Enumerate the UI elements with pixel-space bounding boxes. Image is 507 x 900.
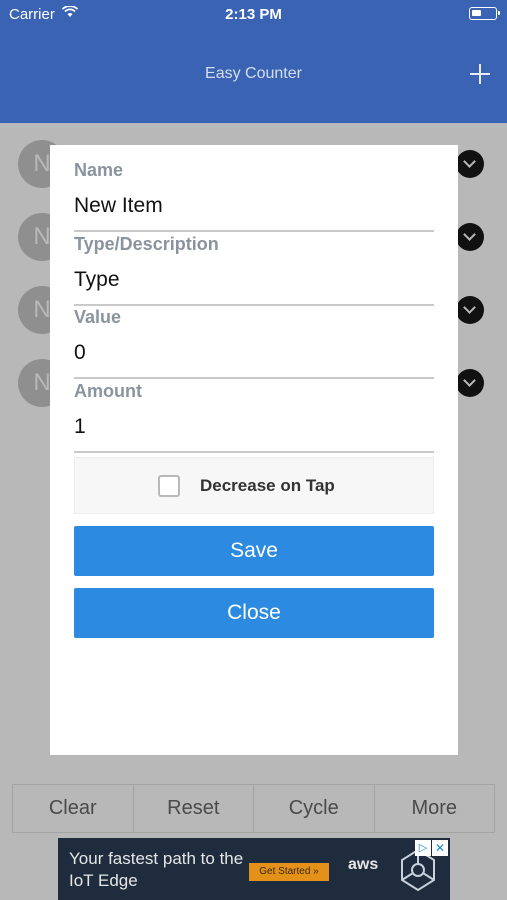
decrease-on-tap-checkbox[interactable] bbox=[158, 475, 180, 497]
divider bbox=[74, 377, 434, 379]
amount-label: Amount bbox=[74, 381, 142, 401]
value-input[interactable] bbox=[74, 341, 434, 365]
more-button[interactable]: More bbox=[373, 784, 495, 833]
divider bbox=[74, 451, 434, 453]
divider bbox=[74, 304, 434, 306]
name-input[interactable] bbox=[74, 194, 434, 218]
ad-close-icon[interactable]: ✕ bbox=[432, 840, 448, 856]
decrease-on-tap-row[interactable]: Decrease on Tap bbox=[74, 457, 434, 514]
ad-cta-button[interactable]: Get Started » bbox=[249, 863, 329, 881]
close-button[interactable]: Close bbox=[74, 588, 434, 638]
status-bar: Carrier 2:13 PM bbox=[0, 0, 507, 28]
plus-icon[interactable] bbox=[470, 64, 490, 84]
chevron-down-icon[interactable] bbox=[456, 369, 484, 397]
page-title: Easy Counter bbox=[205, 65, 302, 82]
ad-headline: Your fastest path to the IoT Edge bbox=[69, 849, 244, 890]
chevron-down-icon[interactable] bbox=[456, 223, 484, 251]
edit-item-dialog: Name Type/Description Value Amount Decre… bbox=[50, 145, 458, 755]
chevron-down-icon[interactable] bbox=[456, 150, 484, 178]
nav-bar: Easy Counter bbox=[0, 28, 507, 123]
reset-button[interactable]: Reset bbox=[132, 784, 254, 833]
save-button[interactable]: Save bbox=[74, 526, 434, 576]
ad-brand: aws bbox=[348, 856, 379, 873]
ad-info-icon[interactable]: ▷ bbox=[415, 840, 431, 856]
name-label: Name bbox=[74, 160, 124, 180]
divider bbox=[74, 230, 434, 232]
clock: 2:13 PM bbox=[225, 6, 282, 23]
cycle-button[interactable]: Cycle bbox=[253, 784, 375, 833]
battery-icon bbox=[469, 7, 500, 20]
ad-banner[interactable]: Your fastest path to the IoT Edge Get St… bbox=[58, 838, 450, 900]
type-input[interactable] bbox=[74, 268, 434, 292]
chevron-down-icon[interactable] bbox=[456, 296, 484, 324]
bottom-toolbar: Clear Reset Cycle More bbox=[12, 784, 495, 833]
type-label: Type/Description bbox=[74, 234, 219, 254]
value-label: Value bbox=[74, 307, 122, 327]
clear-button[interactable]: Clear bbox=[12, 784, 134, 833]
decrease-on-tap-label: Decrease on Tap bbox=[200, 476, 335, 495]
amount-input[interactable] bbox=[74, 415, 434, 439]
